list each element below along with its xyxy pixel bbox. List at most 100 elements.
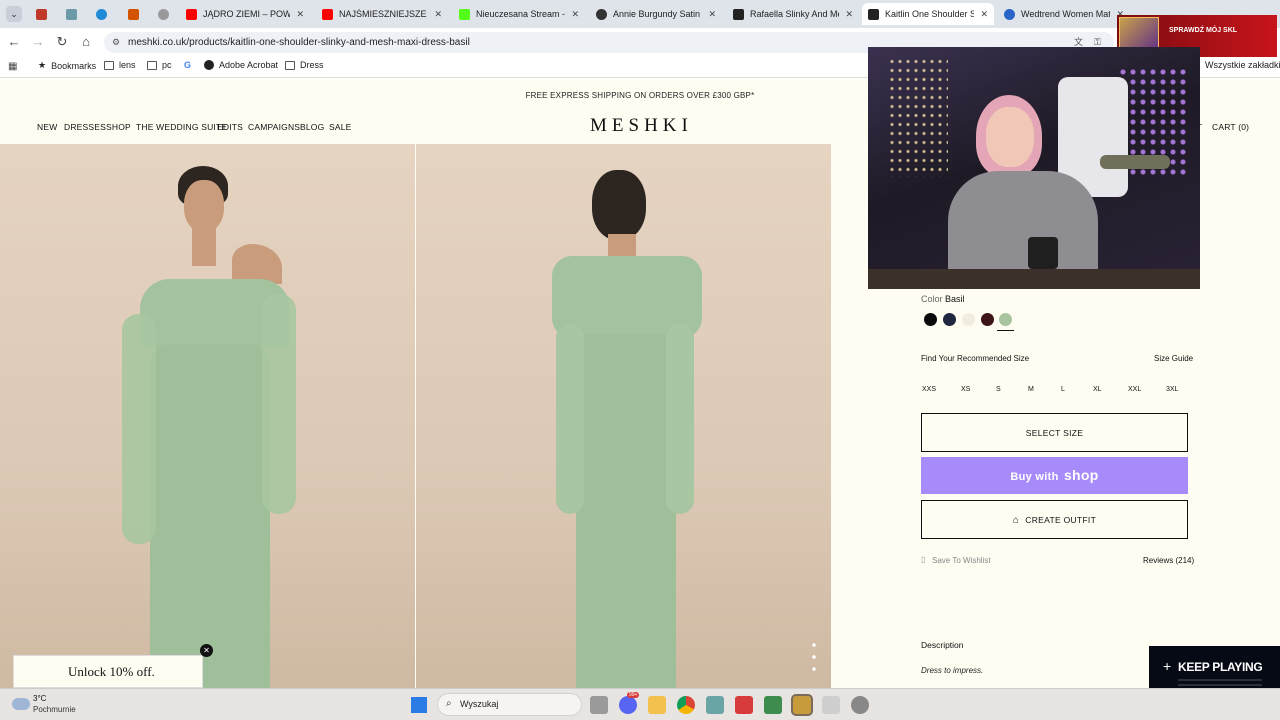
save-to-wishlist-link[interactable]: Save To Wishlist (932, 556, 991, 565)
app-icon[interactable] (764, 696, 782, 714)
discord-icon[interactable] (619, 696, 637, 714)
taskbar-search[interactable]: ⌕ Wyszukaj (437, 693, 582, 716)
reviews-link[interactable]: Reviews (214) (1143, 556, 1194, 565)
browser-tab[interactable]: Wedtrend Women Matc ✕ (998, 3, 1130, 25)
close-tab-icon[interactable]: ✕ (296, 9, 304, 20)
product-image-front[interactable] (0, 144, 415, 688)
bookmark-item[interactable]: lens (104, 60, 136, 70)
image-pagination-dots[interactable] (812, 639, 816, 675)
close-tab-icon[interactable]: ✕ (571, 9, 579, 20)
folder-icon (104, 60, 114, 70)
swatch-navy[interactable] (943, 313, 956, 326)
bookmark-item[interactable]: Dress (285, 60, 324, 70)
swatch-cream[interactable] (962, 313, 975, 326)
browser-tab[interactable]: NAJŚMIESZNIEJSZE MOM ✕ (316, 3, 448, 25)
size-m[interactable]: M (1028, 386, 1034, 393)
bookmark-item[interactable]: ★ Bookmarks (38, 60, 96, 71)
all-bookmarks-link[interactable]: Wszystkie zakładki (1205, 60, 1280, 70)
nav-dresses[interactable]: DRESSES (64, 122, 106, 132)
tab-favicon-icon (158, 8, 169, 20)
nav-new[interactable]: NEW (37, 122, 57, 132)
cart-link[interactable]: CART (0) (1212, 122, 1249, 132)
bookmark-item[interactable]: pc (147, 60, 172, 70)
plus-icon: + (1163, 658, 1172, 674)
product-image-back[interactable] (416, 144, 831, 688)
tab-list-button[interactable]: ⌄ (6, 6, 22, 22)
app-icon[interactable] (822, 696, 840, 714)
nav-edits[interactable]: EDITS (217, 122, 243, 132)
swatch-basil-selected[interactable] (999, 313, 1012, 326)
browser-tab[interactable] (122, 3, 144, 25)
browser-tab[interactable] (152, 3, 174, 25)
swatch-black[interactable] (924, 313, 937, 326)
browser-tab[interactable]: Rafaella Slinky And Mes ✕ (727, 3, 859, 25)
browser-tab[interactable] (60, 3, 82, 25)
close-tab-icon[interactable]: ✕ (708, 9, 716, 20)
close-popup-icon[interactable]: ✕ (200, 644, 213, 657)
app-icon[interactable] (851, 696, 869, 714)
nav-wedding-suite[interactable]: THE WEDDING SUITE (136, 122, 227, 132)
file-explorer-icon[interactable] (648, 696, 666, 714)
app-icon[interactable] (706, 696, 724, 714)
bookmark-icon[interactable]: ▯ (921, 555, 925, 564)
size-guide-link[interactable]: Size Guide (1154, 354, 1193, 363)
task-view-icon[interactable] (590, 696, 608, 714)
back-icon[interactable]: ← (6, 34, 22, 50)
size-s[interactable]: S (996, 386, 1001, 393)
app-icon[interactable] (791, 694, 813, 716)
nav-sale[interactable]: SALE (329, 122, 352, 132)
close-tab-icon[interactable]: ✕ (980, 9, 988, 20)
size-xxs[interactable]: XXS (922, 386, 936, 393)
swatch-burgundy[interactable] (981, 313, 994, 326)
shop-pay-button[interactable]: Buy with shop (921, 457, 1188, 494)
size-xs[interactable]: XS (961, 386, 970, 393)
nav-campaigns[interactable]: CAMPAIGNS (248, 122, 300, 132)
dress-sleeve (122, 314, 156, 544)
browser-tab[interactable] (30, 3, 52, 25)
reload-icon[interactable]: ↻ (54, 34, 70, 50)
windows-start-icon[interactable] (411, 697, 427, 713)
size-3xl[interactable]: 3XL (1166, 386, 1178, 393)
star-icon: ★ (38, 60, 47, 70)
description-heading[interactable]: Description (921, 640, 964, 650)
forward-icon[interactable]: → (30, 34, 46, 50)
browser-tab[interactable]: Nieuczesana Stream - W ✕ (453, 3, 585, 25)
select-size-button[interactable]: SELECT SIZE (921, 413, 1188, 452)
browser-tab[interactable]: Annie Burgundy Satin Bo ✕ (590, 3, 722, 25)
buy-with-label: Buy with (1010, 471, 1059, 483)
browser-tab[interactable] (90, 3, 112, 25)
swatch-selected-underline (997, 330, 1014, 331)
meshki-icon (733, 8, 744, 20)
bookmark-item[interactable]: G (184, 60, 191, 70)
weather-desc[interactable]: Pochmurnie (33, 705, 76, 714)
browser-tab[interactable]: JĄDRO ZIEMI – POWAŻN ✕ (180, 3, 310, 25)
nav-shop[interactable]: SHOP (106, 122, 131, 132)
tab-title: Annie Burgundy Satin Bo (613, 9, 702, 19)
close-tab-icon[interactable]: ✕ (845, 9, 853, 20)
color-value: Basil (945, 294, 965, 304)
url-text: meshki.co.uk/products/kaitlin-one-should… (128, 37, 470, 48)
chrome-icon[interactable] (677, 696, 695, 714)
apps-grid-icon[interactable]: ▦ (8, 61, 17, 72)
shop-pay-logo: shop (1063, 467, 1099, 483)
keep-playing-text: KEEP PLAYING (1178, 660, 1263, 674)
google-icon: G (184, 60, 192, 70)
find-size-label[interactable]: Find Your Recommended Size (921, 354, 1029, 363)
discount-popup[interactable]: Unlock 10% off. (13, 655, 203, 688)
site-info-icon[interactable]: ⚙ (112, 32, 120, 53)
meshki-logo[interactable]: MESHKI (590, 115, 693, 137)
size-xl[interactable]: XL (1093, 386, 1102, 393)
weather-temp[interactable]: 3°C (33, 694, 46, 703)
browser-tab-active[interactable]: Kaitlin One Shoulder Slin ✕ (862, 3, 994, 25)
bookmark-item[interactable]: Adobe Acrobat (204, 60, 278, 70)
size-xxl[interactable]: XXL (1128, 386, 1141, 393)
close-tab-icon[interactable]: ✕ (434, 9, 442, 20)
tab-favicon-icon (96, 8, 107, 20)
app-icon[interactable] (735, 696, 753, 714)
create-outfit-button[interactable]: ⌂ CREATE OUTFIT (921, 500, 1188, 539)
weather-cloud-icon[interactable] (12, 698, 30, 710)
size-options: XXS XS S M L XL XXL 3XL (0, 386, 1280, 398)
nav-blog[interactable]: BLOG (300, 122, 324, 132)
size-l[interactable]: L (1061, 386, 1065, 393)
home-icon[interactable]: ⌂ (78, 34, 94, 50)
